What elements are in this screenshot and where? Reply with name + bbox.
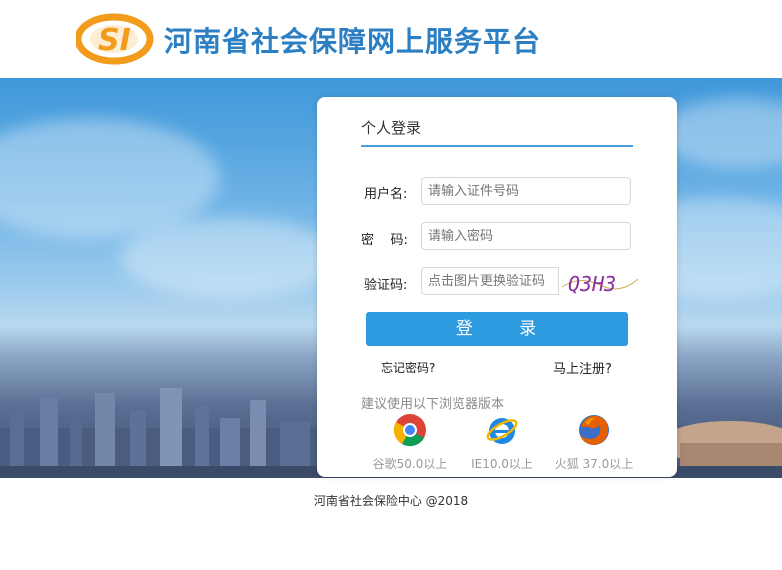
login-title: 个人登录 — [361, 119, 422, 137]
footer-copyright: 河南省社会保险中心 @2018 — [313, 494, 469, 508]
username-label: 用户名: — [364, 187, 408, 202]
browser-chrome[interactable]: 谷歌50.0以上 — [365, 413, 455, 472]
register-link[interactable]: 马上注册? — [553, 358, 612, 377]
captcha-text: Q3H3 — [568, 272, 616, 296]
ie-label: IE10.0以上 — [471, 457, 533, 471]
ie-icon — [486, 418, 518, 444]
captcha-input[interactable] — [421, 267, 559, 295]
chrome-icon — [393, 414, 426, 447]
browser-ie[interactable]: IE10.0以上 — [457, 413, 547, 472]
browser-hint: 建议使用以下浏览器版本 — [361, 397, 505, 412]
browser-firefox[interactable]: 火狐 37.0以上 — [549, 413, 639, 472]
si-logo-icon: SI — [76, 13, 154, 65]
captcha-label: 验证码: — [364, 278, 408, 293]
forgot-password-link[interactable]: 忘记密码? — [381, 359, 435, 376]
title-underline — [361, 145, 633, 147]
firefox-label: 火狐 37.0以上 — [554, 457, 634, 471]
login-panel: 个人登录 用户名: 密 码: 验证码: Q3H3 登 录 忘记密码? 马上注册?… — [317, 97, 677, 477]
captcha-image[interactable]: Q3H3 — [560, 267, 640, 297]
password-input[interactable] — [421, 222, 631, 250]
site-title: 河南省社会保障网上服务平台 — [164, 25, 542, 58]
header: SI 河南省社会保障网上服务平台 — [0, 0, 782, 78]
username-input[interactable] — [421, 177, 631, 205]
chrome-label: 谷歌50.0以上 — [372, 457, 448, 471]
password-label: 密 码: — [361, 233, 408, 248]
firefox-icon — [579, 415, 609, 445]
logo-text: SI — [98, 23, 131, 58]
login-button[interactable]: 登 录 — [366, 312, 628, 346]
